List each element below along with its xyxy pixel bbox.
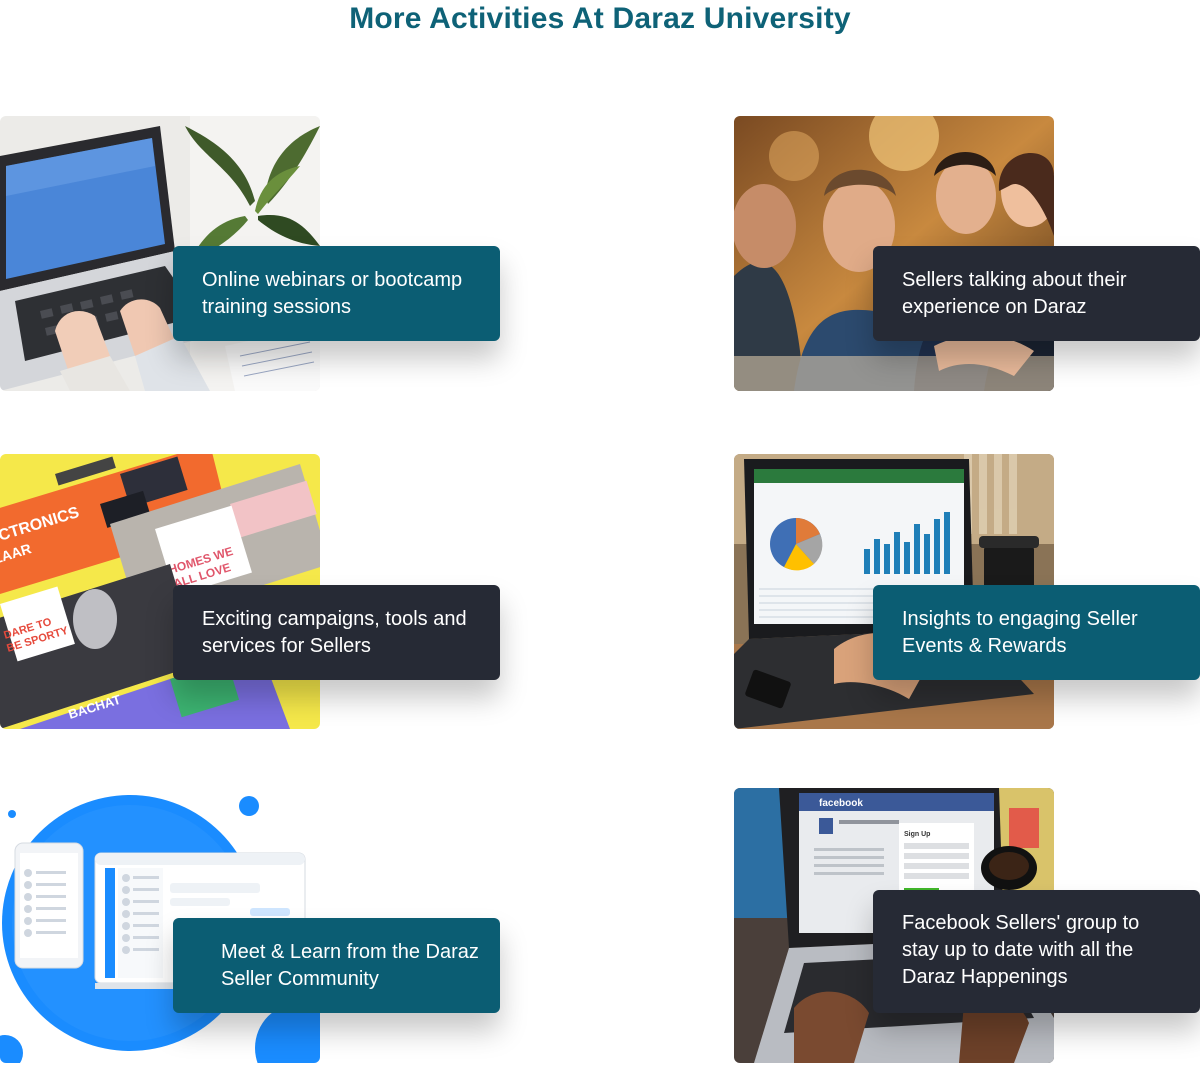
activity-caption: Facebook Sellers' group to stay up to da… — [873, 890, 1200, 1013]
activity-card-seller-experience[interactable]: Sellers talking about their experience o… — [734, 116, 1200, 391]
svg-text:facebook: facebook — [819, 798, 863, 809]
activity-caption: Sellers talking about their experience o… — [873, 246, 1200, 341]
activity-caption: Meet & Learn from the Daraz Seller Commu… — [173, 918, 500, 1013]
svg-text:Sign Up: Sign Up — [904, 831, 930, 838]
activity-caption: Exciting campaigns, tools and services f… — [173, 585, 500, 680]
activity-card-facebook-group[interactable]: facebook Sign Up Facebook Sellers' group… — [734, 788, 1200, 1063]
page-title: More Activities At Daraz University — [349, 2, 851, 35]
page: More Activities At Daraz University Onli… — [0, 0, 1200, 1065]
activity-card-campaigns[interactable]: ECTRONICS ZAAR HOMES WE ALL LOVE DARE TO… — [0, 454, 500, 729]
activity-caption: Online webinars or bootcamp training ses… — [173, 246, 500, 341]
activity-caption: Insights to engaging Seller Events & Rew… — [873, 585, 1200, 680]
activity-card-webinars[interactable]: Online webinars or bootcamp training ses… — [0, 116, 500, 391]
activity-card-seller-community[interactable]: Meet & Learn from the Daraz Seller Commu… — [0, 788, 500, 1063]
activity-card-seller-events[interactable]: Insights to engaging Seller Events & Rew… — [734, 454, 1200, 729]
